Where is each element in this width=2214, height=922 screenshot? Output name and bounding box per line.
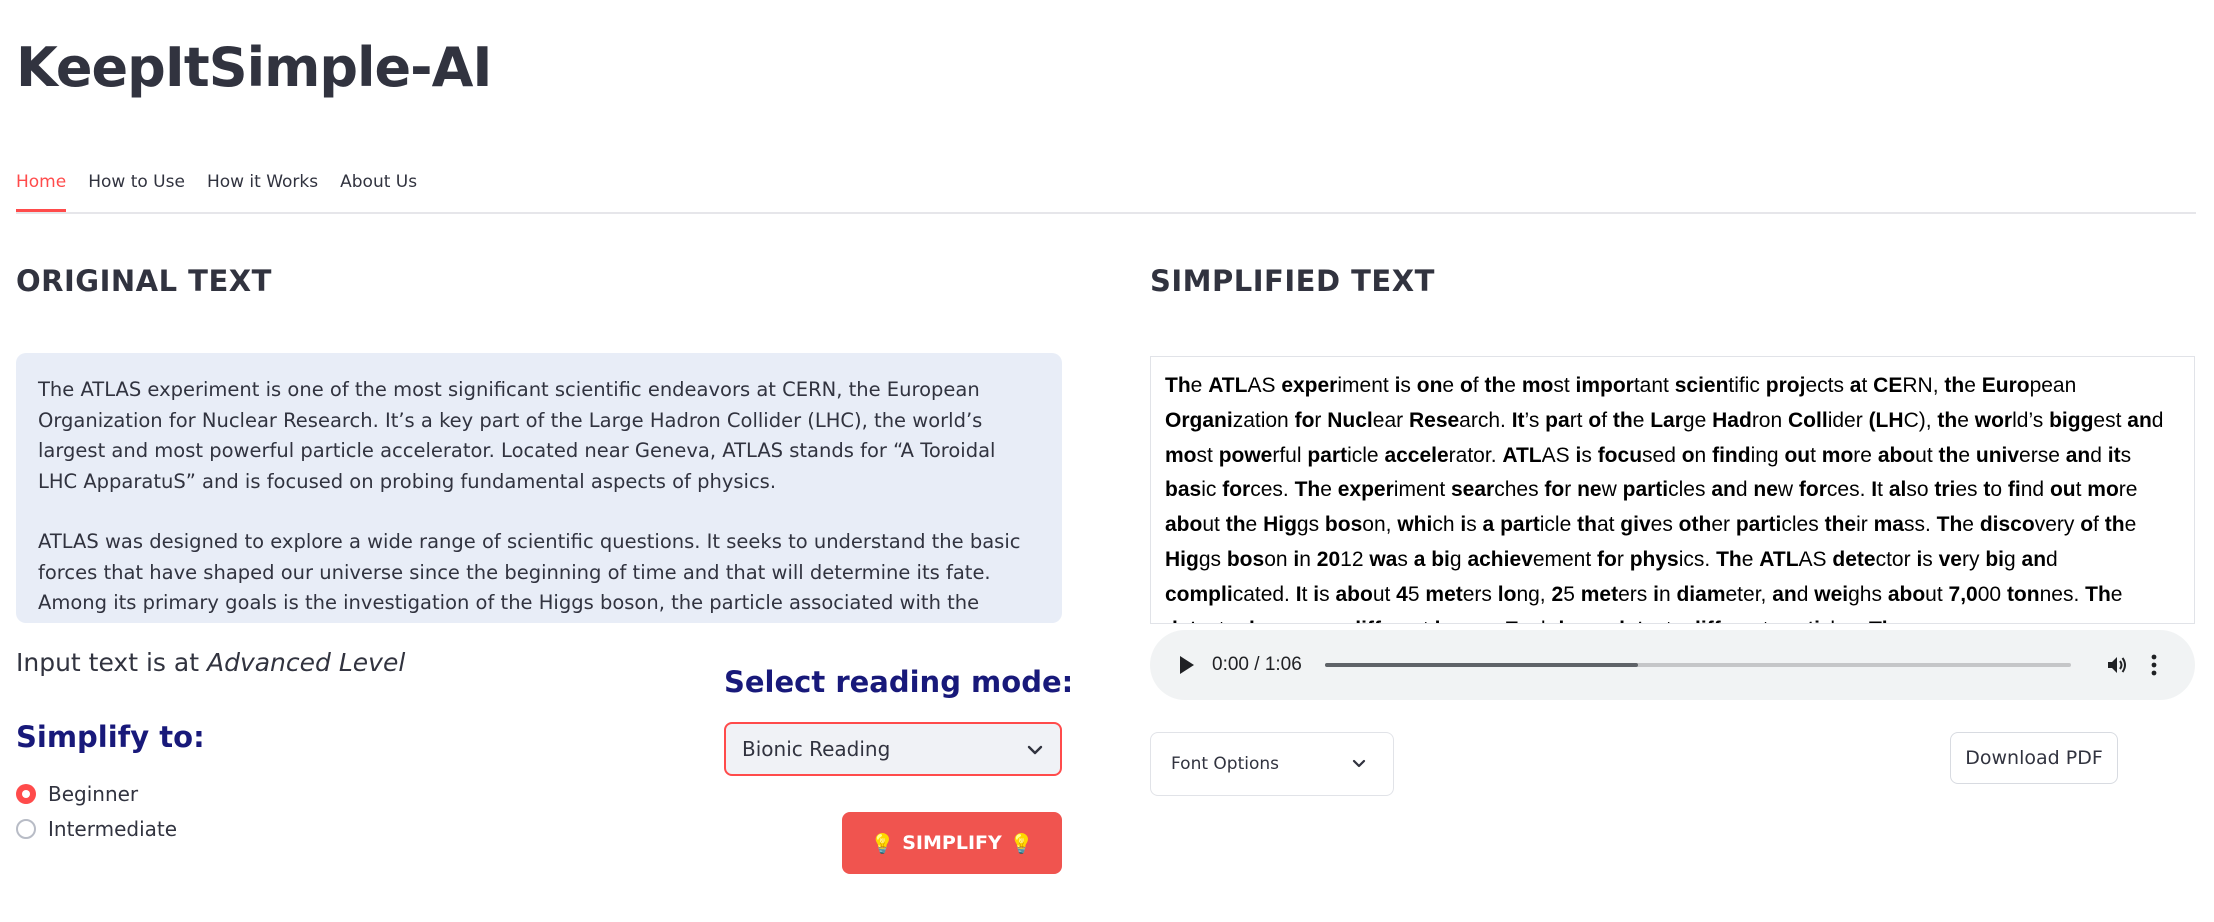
input-level-prefix: Input text is at	[16, 648, 207, 677]
audio-player: 0:00 / 1:06	[1150, 630, 2195, 700]
original-text-area[interactable]: The ATLAS experiment is one of the most …	[16, 353, 1062, 623]
download-pdf-button[interactable]: Download PDF	[1950, 732, 2118, 784]
tab-about-us[interactable]: About Us	[340, 160, 417, 210]
radio-label: Beginner	[48, 782, 139, 806]
tab-how-to-use[interactable]: How to Use	[88, 160, 185, 210]
original-paragraph: ATLAS was designed to explore a wide ran…	[38, 530, 1021, 623]
volume-icon[interactable]	[2105, 653, 2129, 682]
radio-option-intermediate[interactable]: Intermediate	[16, 817, 177, 841]
original-text-heading: ORIGINAL TEXT	[16, 264, 272, 298]
radio-button[interactable]	[16, 819, 36, 839]
simplify-button-label: SIMPLIFY	[902, 832, 1002, 854]
chevron-down-icon	[1351, 754, 1367, 774]
tab-bar: Home How to Use How it Works About Us	[16, 160, 2196, 214]
reading-mode-value: Bionic Reading	[742, 737, 891, 761]
radio-option-beginner[interactable]: Beginner	[16, 782, 138, 806]
tab-home[interactable]: Home	[16, 160, 67, 212]
app-title: KeepItSimple-AI	[16, 36, 492, 99]
lightbulb-icon: 💡	[1009, 832, 1034, 855]
font-options-label: Font Options	[1171, 754, 1280, 774]
input-level-text: Input text is at Advanced Level	[16, 648, 405, 677]
reading-mode-select[interactable]: Bionic Reading	[724, 722, 1062, 776]
audio-seek-bar[interactable]	[1325, 663, 2071, 667]
play-icon[interactable]	[1178, 654, 1196, 681]
simplified-text: The ATLAS experiment is one of the most …	[1165, 374, 2164, 623]
simplified-text-area[interactable]: The ATLAS experiment is one of the most …	[1150, 356, 2195, 624]
lightbulb-icon: 💡	[870, 832, 895, 855]
simplify-button[interactable]: 💡 SIMPLIFY 💡	[842, 812, 1062, 874]
input-level-value: Advanced Level	[206, 648, 406, 677]
radio-button-checked[interactable]	[16, 784, 36, 804]
simplify-to-heading: Simplify to:	[16, 720, 205, 754]
reading-mode-heading: Select reading mode:	[724, 665, 1074, 699]
font-options-dropdown[interactable]: Font Options	[1150, 732, 1394, 796]
simplified-text-heading: SIMPLIFIED TEXT	[1150, 264, 1435, 298]
audio-progress	[1325, 663, 1639, 667]
radio-label: Intermediate	[48, 817, 178, 841]
audio-time: 0:00 / 1:06	[1212, 654, 1302, 675]
tab-how-it-works[interactable]: How it Works	[207, 160, 318, 210]
chevron-down-icon	[1026, 737, 1044, 761]
original-paragraph: The ATLAS experiment is one of the most …	[38, 378, 996, 493]
more-options-icon[interactable]	[2150, 653, 2158, 682]
